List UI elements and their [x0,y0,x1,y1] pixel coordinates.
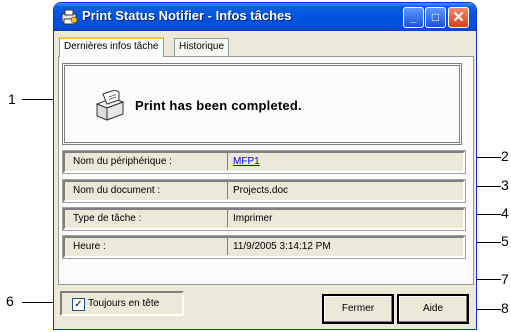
window-title: Print Status Notifier - Infos tâches [82,8,292,23]
field-time: Heure : 11/9/2005 3:14:12 PM [62,235,466,259]
field-document-name: Nom du document : Projects.doc [62,179,466,203]
close-dialog-button[interactable]: Fermer [322,294,394,324]
field-separator [227,209,228,227]
document-name-label: Nom du document : [73,185,161,196]
field-separator [227,152,228,170]
callout-1: 1 [8,91,16,107]
field-device-name: Nom du périphérique : MFP1 [62,150,466,174]
always-on-top-checkbox[interactable]: ✓ [72,298,85,311]
callout-7: 7 [501,271,509,287]
always-on-top-label[interactable]: Toujours en tête [88,298,159,309]
status-message: Print has been completed. [135,98,302,113]
document-name-value: Projects.doc [233,185,289,196]
printer-complete-icon [95,90,125,121]
help-button[interactable]: Aide [397,294,469,324]
print-status-window: Print Status Notifier - Infos tâches _ □… [53,2,477,330]
field-job-type: Type de tâche : Imprimer [62,207,466,231]
always-on-top-group: ✓ Toujours en tête [60,291,184,316]
callout-3: 3 [501,177,509,193]
tab-history[interactable]: Historique [174,38,230,56]
callout-4: 4 [501,205,509,221]
callout-6: 6 [6,293,14,309]
field-separator [227,237,228,255]
maximize-button[interactable]: □ [425,7,446,28]
tab-latest-job-info[interactable]: Dernières infos tâche [59,37,164,57]
job-type-value: Imprimer [233,213,273,224]
job-type-label: Type de tâche : [73,213,142,224]
time-label: Heure : [73,241,106,252]
callout-5: 5 [501,233,509,249]
title-bar[interactable]: Print Status Notifier - Infos tâches _ □… [54,3,476,31]
minimize-button[interactable]: _ [403,7,424,28]
callout-2: 2 [501,148,509,164]
device-name-link[interactable]: MFP1 [233,156,260,167]
time-value: 11/9/2005 3:14:12 PM [233,241,331,252]
device-name-label: Nom du périphérique : [73,156,172,167]
field-separator [227,181,228,199]
printer-notifier-icon [61,9,78,25]
callout-8: 8 [501,300,509,316]
status-message-box: Print has been completed. [62,63,462,145]
close-button[interactable]: ✕ [448,7,469,28]
